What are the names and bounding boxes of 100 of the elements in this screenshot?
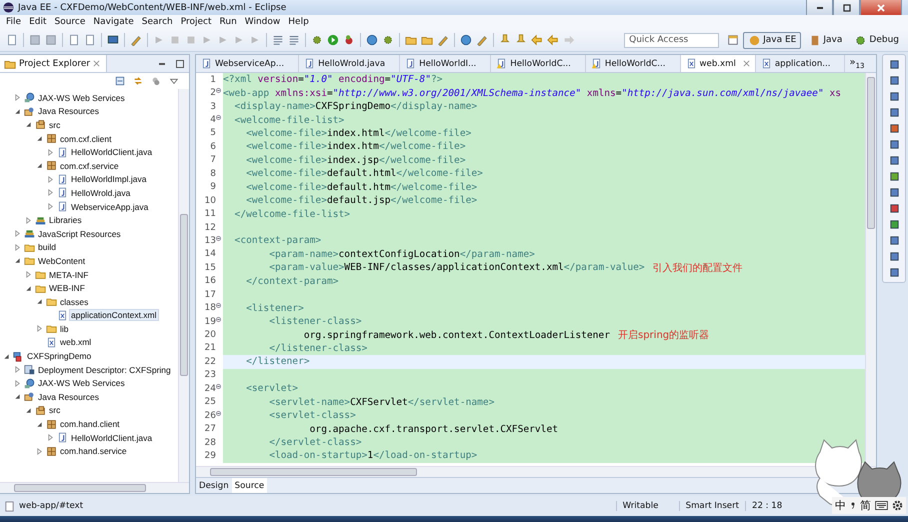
view-icon[interactable] xyxy=(888,139,900,150)
close-icon[interactable] xyxy=(742,60,750,67)
fold-icon[interactable] xyxy=(216,410,221,416)
expand-toggle-icon[interactable] xyxy=(36,298,43,306)
view-icon[interactable] xyxy=(888,235,900,246)
tree-item[interactable]: Java Resources xyxy=(37,106,100,116)
editor-tab[interactable]: WebserviceAp... xyxy=(196,55,300,72)
tree-item[interactable]: src xyxy=(48,405,62,416)
tree-item[interactable]: JavaScript Resources xyxy=(37,228,122,239)
collapse-all-icon[interactable] xyxy=(115,76,125,86)
menu-item[interactable]: Help xyxy=(284,17,313,27)
tree-item[interactable]: classes xyxy=(59,296,90,307)
tree-item[interactable]: lib xyxy=(59,324,70,334)
expand-toggle-icon[interactable] xyxy=(36,162,43,170)
menu-item[interactable]: Edit xyxy=(25,17,50,27)
expand-toggle-icon[interactable] xyxy=(47,434,54,442)
expand-toggle-icon[interactable] xyxy=(36,420,43,428)
tree-item[interactable]: com.cxf.client xyxy=(59,134,112,144)
editor-tab[interactable]: HelloWrold.java xyxy=(299,55,400,72)
tree-item[interactable]: applicationContext.xml xyxy=(70,310,158,320)
minimize-button[interactable] xyxy=(806,0,833,16)
menu-item[interactable]: Navigate xyxy=(89,17,138,27)
editor-tab[interactable]: HelloWorldC... xyxy=(586,55,680,72)
expand-toggle-icon[interactable] xyxy=(14,393,21,400)
tree-item[interactable]: WEB-INF xyxy=(48,283,86,294)
perspective-button[interactable]: Debug xyxy=(849,32,904,48)
expand-toggle-icon[interactable] xyxy=(14,244,21,251)
tree-item[interactable]: com.hand.client xyxy=(59,419,121,430)
tree-item[interactable]: Libraries xyxy=(48,215,83,226)
tree-item[interactable]: JAX-WS Web Services xyxy=(37,378,126,388)
expand-toggle-icon[interactable] xyxy=(47,189,54,196)
menu-item[interactable]: Run xyxy=(216,17,241,27)
expand-toggle-icon[interactable] xyxy=(14,366,21,374)
tree-item[interactable]: WebContent xyxy=(37,256,86,266)
tree-item[interactable]: com.hand.service xyxy=(59,446,128,456)
tree-item[interactable]: src xyxy=(48,120,62,130)
expand-toggle-icon[interactable] xyxy=(25,121,32,128)
fold-icon[interactable] xyxy=(216,303,221,308)
input-mode-toggle[interactable]: 中 xyxy=(835,498,846,513)
view-icon[interactable] xyxy=(888,75,900,86)
keyboard-icon[interactable] xyxy=(875,501,888,510)
tree-item[interactable]: HelloWorldClient.java xyxy=(70,432,154,443)
expand-toggle-icon[interactable] xyxy=(25,284,32,292)
expand-toggle-icon[interactable] xyxy=(36,135,43,142)
tree-item[interactable]: CXFSpringDemo xyxy=(26,351,92,362)
expand-toggle-icon[interactable] xyxy=(14,380,21,387)
fold-icon[interactable] xyxy=(216,316,221,322)
view-icon[interactable] xyxy=(888,123,900,134)
view-icon[interactable] xyxy=(888,187,900,198)
fold-icon[interactable] xyxy=(216,88,221,94)
toolbar-icon[interactable] xyxy=(343,34,355,46)
tree-item[interactable]: web.xml xyxy=(59,337,92,348)
open-perspective-icon[interactable] xyxy=(727,34,740,46)
expand-toggle-icon[interactable] xyxy=(25,216,32,224)
toolbar-icon[interactable] xyxy=(107,34,119,46)
expand-toggle-icon[interactable] xyxy=(14,108,21,115)
maximize-button[interactable] xyxy=(833,0,860,16)
filter-icon[interactable] xyxy=(151,76,161,86)
toolbar-icon[interactable] xyxy=(366,34,378,46)
maximize-icon[interactable] xyxy=(175,58,185,68)
expand-toggle-icon[interactable] xyxy=(3,352,10,360)
view-icon[interactable] xyxy=(888,91,900,102)
more-tabs-button[interactable]: »$_{13}$ xyxy=(845,57,865,70)
perspective-button[interactable]: Java xyxy=(803,32,848,48)
menu-item[interactable]: Search xyxy=(138,17,177,27)
expand-toggle-icon[interactable] xyxy=(14,257,21,264)
tree-item[interactable]: com.cxf.service xyxy=(59,160,120,171)
fold-icon[interactable] xyxy=(216,384,221,390)
tree-item[interactable]: HelloWrold.java xyxy=(70,188,132,198)
tree-item[interactable]: build xyxy=(37,242,57,252)
view-icon[interactable] xyxy=(888,203,900,214)
toolbar-icon[interactable] xyxy=(382,34,394,46)
scrollbar[interactable] xyxy=(865,73,876,466)
fold-icon[interactable] xyxy=(216,236,221,242)
menu-item[interactable]: Source xyxy=(50,17,90,27)
editor-mode-tab[interactable]: Source xyxy=(232,478,268,493)
editor-mode-tab[interactable]: Design xyxy=(196,478,232,493)
project-explorer-tab[interactable]: Project Explorer xyxy=(0,55,108,72)
view-icon[interactable] xyxy=(888,219,900,230)
tree-item[interactable]: WebserviceApp.java xyxy=(70,202,150,212)
view-icon[interactable] xyxy=(888,267,900,278)
tree-item[interactable]: JAX-WS Web Services xyxy=(37,92,126,103)
link-editor-icon[interactable] xyxy=(133,76,143,86)
view-icon[interactable] xyxy=(888,107,900,118)
expand-toggle-icon[interactable] xyxy=(36,325,43,332)
expand-toggle-icon[interactable] xyxy=(47,203,54,210)
editor-tab[interactable]: web.xml xyxy=(680,55,756,72)
expand-toggle-icon[interactable] xyxy=(25,271,32,278)
view-icon[interactable] xyxy=(888,59,900,70)
close-button[interactable] xyxy=(860,0,902,16)
scrollbar[interactable] xyxy=(178,89,189,482)
expand-toggle-icon[interactable] xyxy=(25,406,32,414)
close-icon[interactable] xyxy=(93,60,100,67)
perspective-button[interactable]: Java EE xyxy=(743,32,802,48)
tree-item[interactable]: Java Resources xyxy=(37,392,100,402)
script-toggle[interactable]: 简 xyxy=(860,498,871,513)
fold-icon[interactable] xyxy=(216,115,221,120)
editor-tab[interactable]: application... xyxy=(756,55,846,72)
toolbar-icon[interactable] xyxy=(311,34,323,46)
menu-item[interactable]: Window xyxy=(240,17,284,27)
